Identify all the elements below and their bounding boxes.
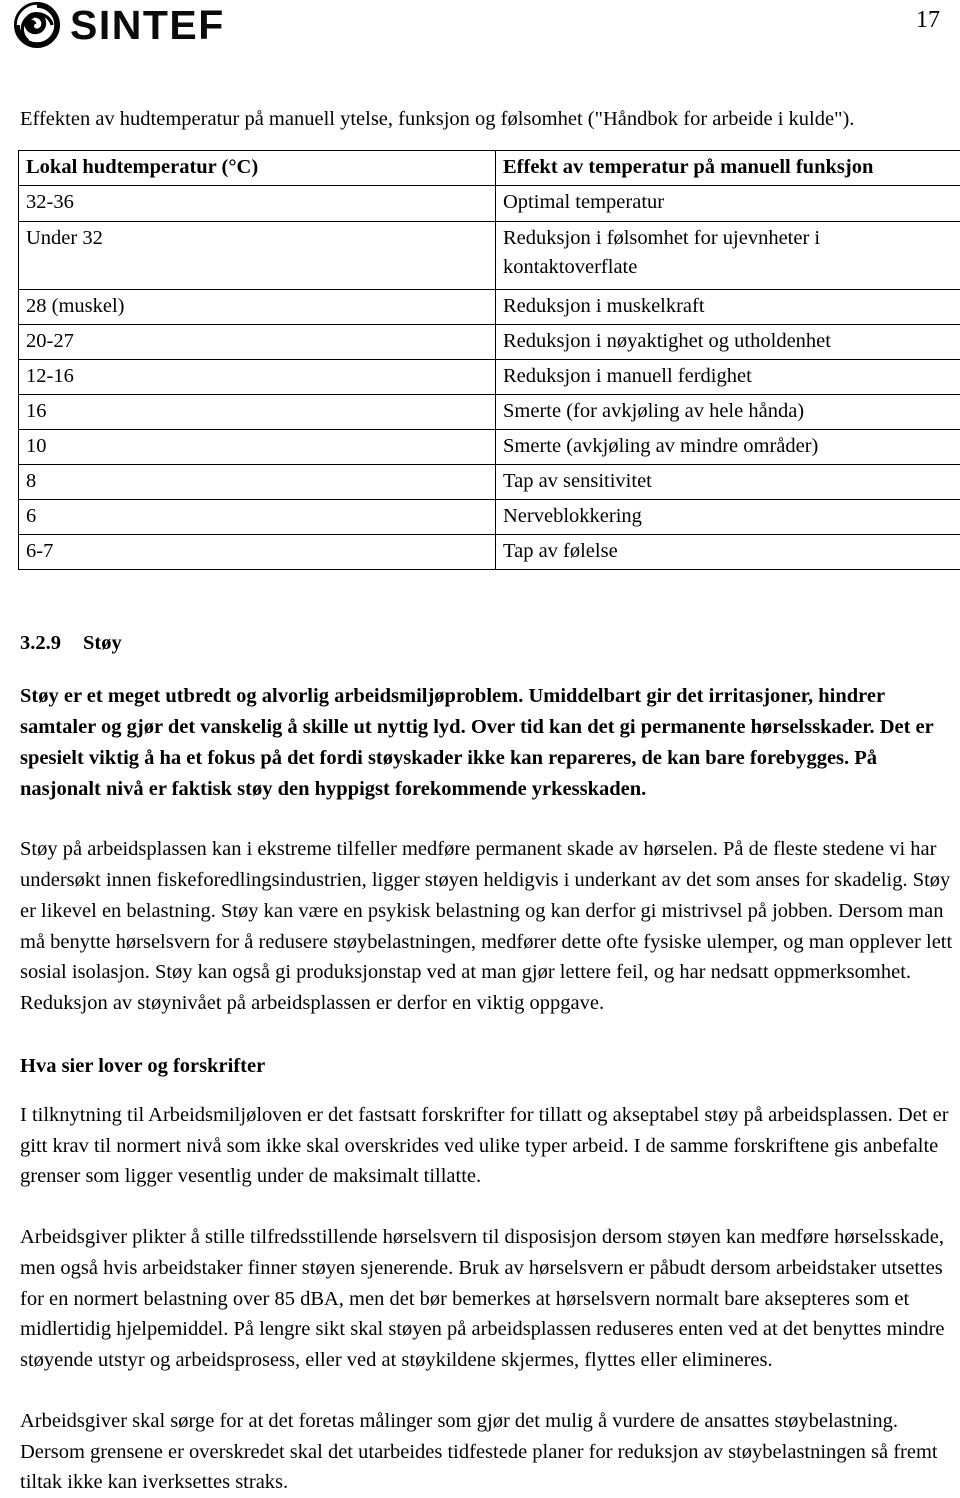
table-row: 20-27 Reduksjon i nøyaktighet og utholde… bbox=[19, 324, 960, 359]
paragraph-employer-duty: Arbeidsgiver plikter å stille tilfredsst… bbox=[20, 1222, 958, 1376]
column-header-effect: Effekt av temperatur på manuell funksjon bbox=[496, 151, 960, 186]
cell-temperature: 16 bbox=[19, 394, 496, 429]
sintef-logo: SINTEF bbox=[14, 0, 225, 48]
page-header: SINTEF 17 bbox=[14, 0, 946, 62]
cell-effect: Smerte (for avkjøling av hele hånda) bbox=[496, 394, 960, 429]
table-row: 8 Tap av sensitivitet bbox=[19, 465, 960, 500]
cell-effect: Reduksjon i følsomhet for ujevnheter i k… bbox=[496, 221, 960, 289]
cell-effect: Optimal temperatur bbox=[496, 186, 960, 221]
cell-effect: Reduksjon i muskelkraft bbox=[496, 289, 960, 324]
cell-temperature: 12-16 bbox=[19, 359, 496, 394]
page-number: 17 bbox=[916, 0, 946, 32]
cell-temperature: 32-36 bbox=[19, 186, 496, 221]
cell-temperature: 28 (muskel) bbox=[19, 289, 496, 324]
sintef-circle-logo-icon bbox=[14, 2, 60, 48]
cell-effect: Reduksjon i manuell ferdighet bbox=[496, 359, 960, 394]
table-row: 28 (muskel) Reduksjon i muskelkraft bbox=[19, 289, 960, 324]
table-row: 12-16 Reduksjon i manuell ferdighet bbox=[19, 359, 960, 394]
cell-temperature: 20-27 bbox=[19, 324, 496, 359]
brand-wordmark: SINTEF bbox=[70, 5, 225, 46]
cell-temperature: 10 bbox=[19, 429, 496, 464]
cell-temperature: 6 bbox=[19, 500, 496, 535]
table-row: 6 Nerveblokkering bbox=[19, 500, 960, 535]
cell-effect: Tap av sensitivitet bbox=[496, 465, 960, 500]
table-row: 32-36 Optimal temperatur bbox=[19, 186, 960, 221]
cell-effect: Nerveblokkering bbox=[496, 500, 960, 535]
paragraph-intro-bold: Støy er et meget utbredt og alvorlig arb… bbox=[20, 681, 958, 804]
cell-effect: Smerte (avkjøling av mindre områder) bbox=[496, 429, 960, 464]
section-number: 3.2.9 bbox=[20, 632, 61, 655]
section-heading: 3.2.9 Støy bbox=[20, 632, 946, 655]
document-page: SINTEF 17 Effekten av hudtemperatur på m… bbox=[0, 0, 960, 1457]
subheading-laws-regulations: Hva sier lover og forskrifter bbox=[20, 1055, 946, 1078]
table-row: 16 Smerte (for avkjøling av hele hånda) bbox=[19, 394, 960, 429]
column-header-temperature: Lokal hudtemperatur (°C) bbox=[19, 151, 496, 186]
cell-temperature: 8 bbox=[19, 465, 496, 500]
table-header-row: Lokal hudtemperatur (°C) Effekt av tempe… bbox=[19, 151, 960, 186]
paragraph-regulations: I tilknytning til Arbeidsmiljøloven er d… bbox=[20, 1100, 958, 1192]
cell-effect: Tap av følelse bbox=[496, 535, 960, 570]
paragraph-measurements: Arbeidsgiver skal sørge for at det foret… bbox=[20, 1406, 958, 1498]
section-title: Støy bbox=[83, 632, 122, 655]
cell-effect: Reduksjon i nøyaktighet og utholdenhet bbox=[496, 324, 960, 359]
paragraph-noise-workplace: Støy på arbeidsplassen kan i ekstreme ti… bbox=[20, 834, 958, 1019]
table-row: Under 32 Reduksjon i følsomhet for ujevn… bbox=[19, 221, 960, 289]
table-caption: Effekten av hudtemperatur på manuell yte… bbox=[20, 104, 955, 134]
cell-temperature: Under 32 bbox=[19, 221, 496, 289]
skin-temperature-table-wrapper: Lokal hudtemperatur (°C) Effekt av tempe… bbox=[18, 150, 960, 570]
table-row: 10 Smerte (avkjøling av mindre områder) bbox=[19, 429, 960, 464]
cell-temperature: 6-7 bbox=[19, 535, 496, 570]
skin-temperature-table: Lokal hudtemperatur (°C) Effekt av tempe… bbox=[18, 150, 960, 570]
table-row: 6-7 Tap av følelse bbox=[19, 535, 960, 570]
